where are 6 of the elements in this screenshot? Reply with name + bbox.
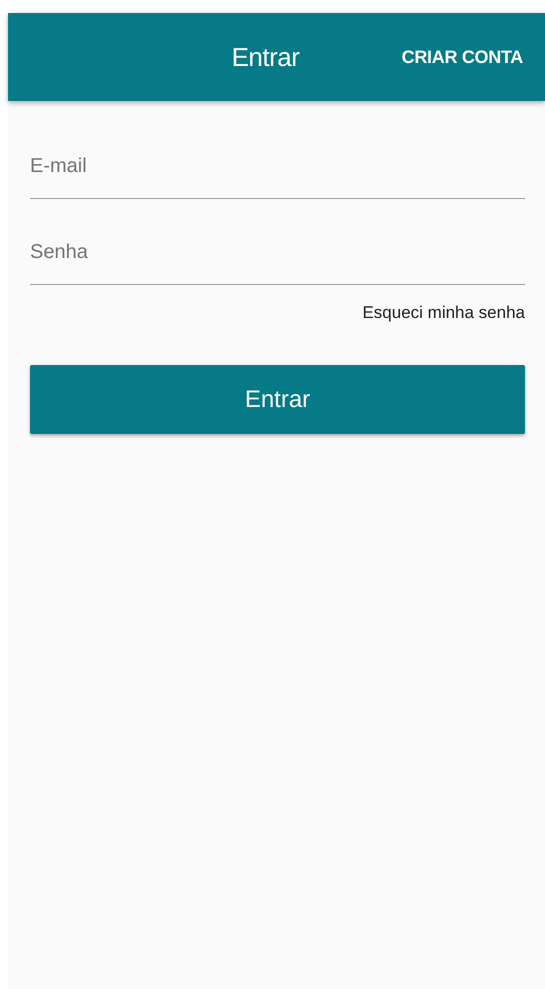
input-field[interactable]: E-mail [30,141,525,199]
create-account-button[interactable]: CRIAR CONTA [402,40,523,74]
input-field[interactable]: Senha [30,227,525,285]
login-button[interactable]: Entrar [30,365,525,434]
app-bar-title: Entrar [232,42,300,72]
forgot-password-link[interactable]: Esqueci minha senha [362,303,525,323]
